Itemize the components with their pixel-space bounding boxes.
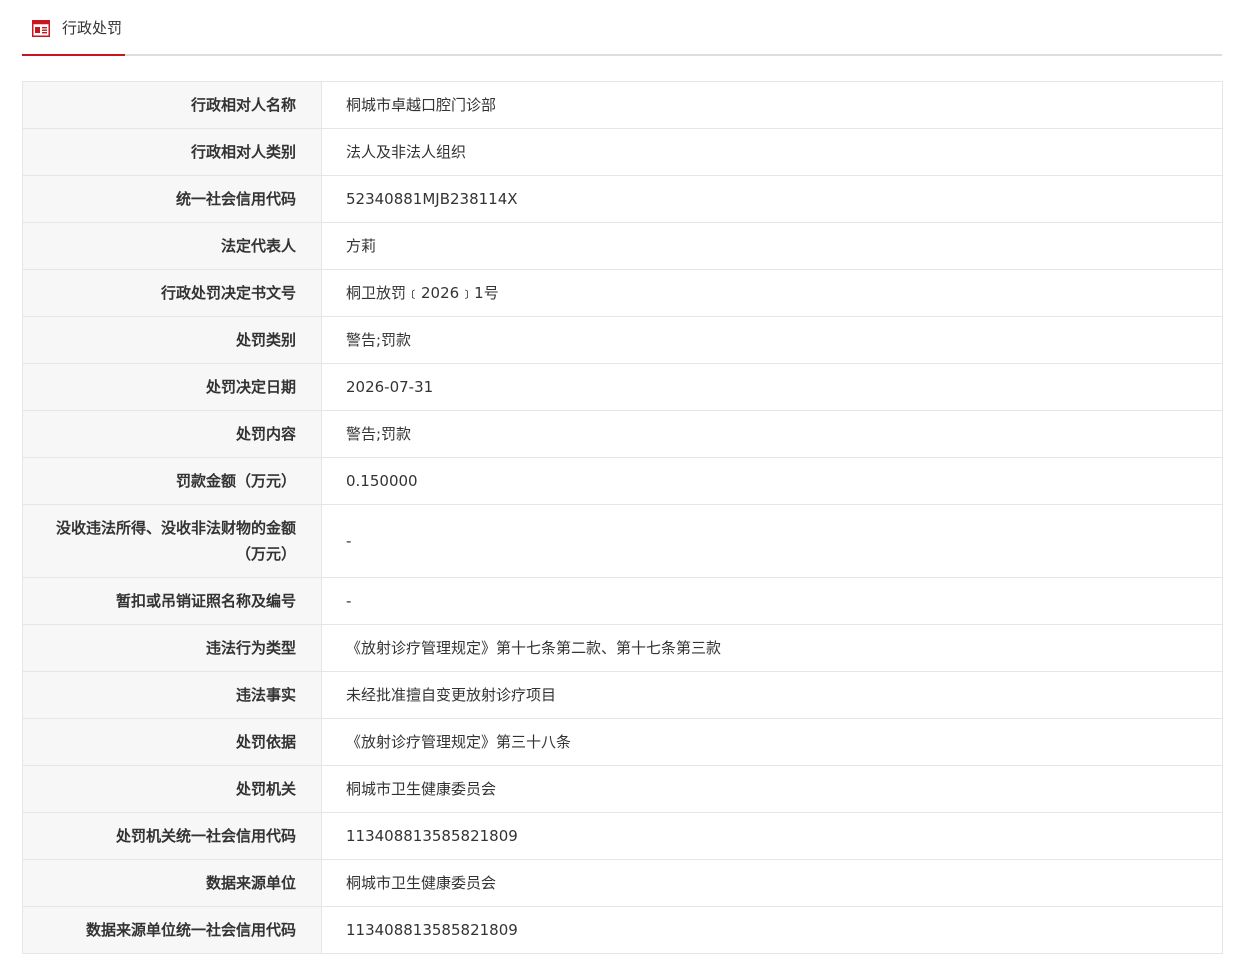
table-row: 行政相对人名称 桐城市卓越口腔门诊部 bbox=[22, 81, 1223, 129]
row-value: 《放射诊疗管理规定》第十七条第二款、第十七条第三款 bbox=[321, 624, 1223, 672]
row-label: 违法事实 bbox=[22, 671, 322, 719]
row-label: 没收违法所得、没收非法财物的金额（万元） bbox=[22, 504, 322, 578]
table-row: 处罚依据 《放射诊疗管理规定》第三十八条 bbox=[22, 718, 1223, 766]
row-value: - bbox=[321, 504, 1223, 578]
row-value: 法人及非法人组织 bbox=[321, 128, 1223, 176]
row-value: 桐卫放罚﹝2026﹞1号 bbox=[321, 269, 1223, 317]
table-row: 数据来源单位统一社会信用代码 113408813585821809 bbox=[22, 906, 1223, 954]
table-row: 暂扣或吊销证照名称及编号 - bbox=[22, 577, 1223, 625]
table-row: 罚款金额（万元） 0.150000 bbox=[22, 457, 1223, 505]
document-icon bbox=[32, 20, 50, 37]
row-label: 处罚依据 bbox=[22, 718, 322, 766]
table-row: 数据来源单位 桐城市卫生健康委员会 bbox=[22, 859, 1223, 907]
row-value: 2026-07-31 bbox=[321, 363, 1223, 411]
row-label: 处罚类别 bbox=[22, 316, 322, 364]
row-label: 暂扣或吊销证照名称及编号 bbox=[22, 577, 322, 625]
row-value: 桐城市卫生健康委员会 bbox=[321, 765, 1223, 813]
row-value: 113408813585821809 bbox=[321, 812, 1223, 860]
table-row: 处罚决定日期 2026-07-31 bbox=[22, 363, 1223, 411]
table-row: 统一社会信用代码 52340881MJB238114X bbox=[22, 175, 1223, 223]
table-row: 处罚内容 警告;罚款 bbox=[22, 410, 1223, 458]
row-value: 桐城市卓越口腔门诊部 bbox=[321, 81, 1223, 129]
tab-administrative-penalty[interactable]: 行政处罚 bbox=[22, 0, 125, 56]
row-value: 未经批准擅自变更放射诊疗项目 bbox=[321, 671, 1223, 719]
row-label: 行政相对人名称 bbox=[22, 81, 322, 129]
tab-label: 行政处罚 bbox=[62, 19, 123, 37]
row-value: 《放射诊疗管理规定》第三十八条 bbox=[321, 718, 1223, 766]
table-row: 行政相对人类别 法人及非法人组织 bbox=[22, 128, 1223, 176]
table-row: 处罚类别 警告;罚款 bbox=[22, 316, 1223, 364]
row-value: 113408813585821809 bbox=[321, 906, 1223, 954]
table-row: 处罚机关 桐城市卫生健康委员会 bbox=[22, 765, 1223, 813]
table-row: 法定代表人 方莉 bbox=[22, 222, 1223, 270]
table-row: 违法行为类型 《放射诊疗管理规定》第十七条第二款、第十七条第三款 bbox=[22, 624, 1223, 672]
row-value: 警告;罚款 bbox=[321, 410, 1223, 458]
row-label: 处罚内容 bbox=[22, 410, 322, 458]
row-value: 警告;罚款 bbox=[321, 316, 1223, 364]
row-value: 方莉 bbox=[321, 222, 1223, 270]
tab-bar: 行政处罚 bbox=[22, 0, 1222, 56]
row-value: 桐城市卫生健康委员会 bbox=[321, 859, 1223, 907]
table-row: 违法事实 未经批准擅自变更放射诊疗项目 bbox=[22, 671, 1223, 719]
row-label: 数据来源单位 bbox=[22, 859, 322, 907]
row-label: 违法行为类型 bbox=[22, 624, 322, 672]
row-label: 行政相对人类别 bbox=[22, 128, 322, 176]
row-label: 法定代表人 bbox=[22, 222, 322, 270]
row-label: 数据来源单位统一社会信用代码 bbox=[22, 906, 322, 954]
table-row: 没收违法所得、没收非法财物的金额（万元） - bbox=[22, 504, 1223, 578]
table-row: 处罚机关统一社会信用代码 113408813585821809 bbox=[22, 812, 1223, 860]
row-label: 处罚决定日期 bbox=[22, 363, 322, 411]
row-label: 行政处罚决定书文号 bbox=[22, 269, 322, 317]
row-label: 处罚机关统一社会信用代码 bbox=[22, 812, 322, 860]
penalty-info-table: 行政相对人名称 桐城市卓越口腔门诊部 行政相对人类别 法人及非法人组织 统一社会… bbox=[22, 81, 1223, 954]
row-value: - bbox=[321, 577, 1223, 625]
row-label: 统一社会信用代码 bbox=[22, 175, 322, 223]
row-value: 0.150000 bbox=[321, 457, 1223, 505]
row-label: 处罚机关 bbox=[22, 765, 322, 813]
table-row: 行政处罚决定书文号 桐卫放罚﹝2026﹞1号 bbox=[22, 269, 1223, 317]
row-label: 罚款金额（万元） bbox=[22, 457, 322, 505]
row-value: 52340881MJB238114X bbox=[321, 175, 1223, 223]
